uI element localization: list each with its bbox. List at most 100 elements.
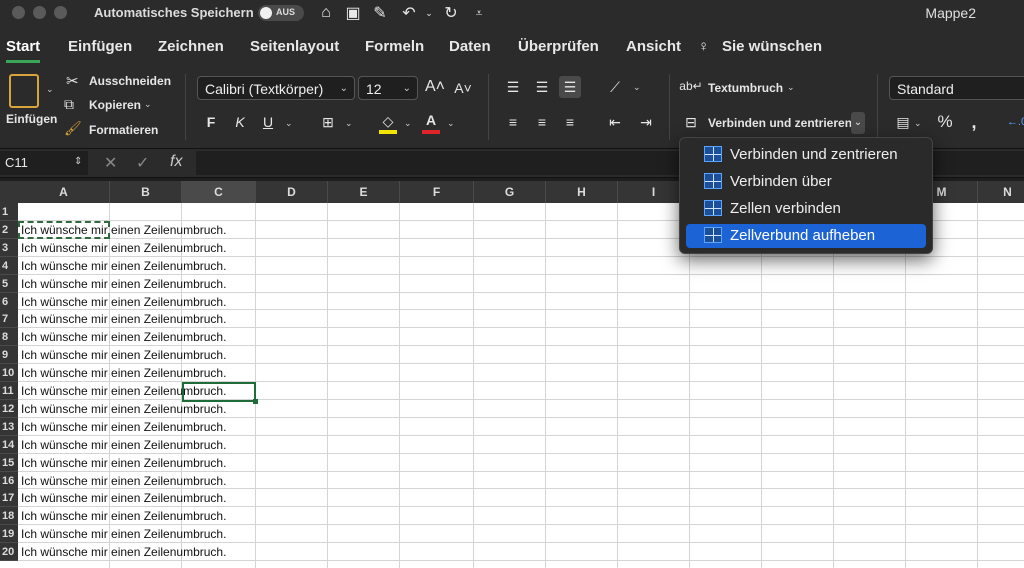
increase-decimal-icon[interactable]: ←.0 xyxy=(1006,111,1024,133)
row-header-12[interactable]: 12 xyxy=(0,399,18,418)
wrap-chevron-icon[interactable]: ⌄ xyxy=(787,82,795,93)
borders-icon[interactable]: ⊞ xyxy=(317,111,339,133)
fill-handle[interactable] xyxy=(253,399,258,404)
currency-chevron-icon[interactable]: ⌄ xyxy=(914,118,922,129)
format-painter-button[interactable]: Formatieren xyxy=(89,123,158,137)
tab-formeln[interactable]: Formeln xyxy=(365,38,424,55)
italic-button[interactable]: K xyxy=(229,111,251,133)
paste-label[interactable]: Einfügen xyxy=(6,112,57,126)
tab-start[interactable]: Start xyxy=(6,38,41,63)
insert-function-button[interactable]: fx xyxy=(170,153,182,171)
row-header-5[interactable]: 5 xyxy=(0,274,18,293)
font-name-select[interactable]: Calibri (Textkörper) ⌄ xyxy=(197,76,355,100)
decrease-font-icon[interactable]: A˅ xyxy=(452,77,474,99)
cell-a4[interactable]: Ich wünsche mir einen Zeilenumbruch. xyxy=(21,257,226,275)
row-header-11[interactable]: 11 xyxy=(0,382,18,400)
scissors-icon[interactable]: ✂ xyxy=(66,72,79,90)
row-header-13[interactable]: 13 xyxy=(0,417,18,436)
borders-chevron-icon[interactable]: ⌄ xyxy=(345,118,353,129)
menu-item-unmerge-cells[interactable]: Zellverbund aufheben xyxy=(686,224,926,248)
column-header-h[interactable]: H xyxy=(546,181,618,203)
copy-button[interactable]: Kopieren xyxy=(89,98,141,112)
column-header-e[interactable]: E xyxy=(328,181,400,203)
row-header-16[interactable]: 16 xyxy=(0,471,18,490)
row-header-3[interactable]: 3 xyxy=(0,238,18,257)
row-header-14[interactable]: 14 xyxy=(0,435,18,454)
merge-center-button[interactable]: Verbinden und zentrieren xyxy=(708,116,852,130)
currency-icon[interactable]: ▤ xyxy=(892,111,914,133)
increase-indent-icon[interactable]: ⇥ xyxy=(635,111,657,133)
row-header-18[interactable]: 18 xyxy=(0,507,18,526)
column-header-g[interactable]: G xyxy=(474,181,546,203)
cell-a20[interactable]: Ich wünsche mir einen Zeilenumbruch. xyxy=(21,543,226,561)
row-header-8[interactable]: 8 xyxy=(0,328,18,347)
undo-chevron-icon[interactable]: ⌄ xyxy=(418,2,440,24)
column-header-d[interactable]: D xyxy=(256,181,328,203)
row-header-15[interactable]: 15 xyxy=(0,453,18,472)
cell-a5[interactable]: Ich wünsche mir einen Zeilenumbruch. xyxy=(21,275,226,293)
font-color-chevron-icon[interactable]: ⌄ xyxy=(447,118,455,129)
confirm-icon[interactable]: ✓ xyxy=(136,153,149,173)
row-header-19[interactable]: 19 xyxy=(0,525,18,544)
row-header-9[interactable]: 9 xyxy=(0,346,18,365)
underline-button[interactable]: U xyxy=(257,111,279,133)
merge-dropdown-chevron-icon[interactable]: ⌄ xyxy=(851,112,865,134)
row-header-17[interactable]: 17 xyxy=(0,489,18,508)
edit-icon[interactable]: ✎ xyxy=(369,2,391,24)
tab-zeichnen[interactable]: Zeichnen xyxy=(158,38,224,55)
tab-ansicht[interactable]: Ansicht xyxy=(626,38,681,55)
cell-a15[interactable]: Ich wünsche mir einen Zeilenumbruch. xyxy=(21,454,226,472)
bold-button[interactable]: F xyxy=(200,111,222,133)
row-header-20[interactable]: 20 xyxy=(0,543,18,562)
fill-chevron-icon[interactable]: ⌄ xyxy=(404,118,412,129)
orientation-chevron-icon[interactable]: ⌄ xyxy=(633,82,641,93)
namebox-stepper-icon[interactable]: ⇕ xyxy=(74,156,82,167)
close-window-button[interactable] xyxy=(12,6,25,19)
increase-font-icon[interactable]: A˄ xyxy=(424,76,446,98)
menu-item-merge-center[interactable]: Verbinden und zentrieren xyxy=(686,143,926,167)
customize-toolbar-icon[interactable]: ⩡ xyxy=(468,2,490,24)
cell-a7[interactable]: Ich wünsche mir einen Zeilenumbruch. xyxy=(21,310,226,328)
cut-button[interactable]: Ausschneiden xyxy=(89,74,171,88)
number-format-select[interactable]: Standard xyxy=(889,76,1024,100)
format-painter-icon[interactable]: 🖌 xyxy=(64,120,82,137)
column-header-c[interactable]: C xyxy=(182,181,256,203)
column-header-n[interactable]: N xyxy=(978,181,1024,203)
tab-einfuegen[interactable]: Einfügen xyxy=(68,38,132,55)
paste-icon[interactable] xyxy=(9,74,39,108)
cell-a16[interactable]: Ich wünsche mir einen Zeilenumbruch. xyxy=(21,472,226,490)
decrease-indent-icon[interactable]: ⇤ xyxy=(604,111,626,133)
home-icon[interactable]: ⌂ xyxy=(315,2,337,24)
autosave-toggle[interactable]: AUS xyxy=(258,5,304,21)
cell-a10[interactable]: Ich wünsche mir einen Zeilenumbruch. xyxy=(21,364,226,382)
menu-item-merge-across[interactable]: Verbinden über xyxy=(686,170,926,194)
redo-icon[interactable]: ↻ xyxy=(440,2,462,24)
font-size-select[interactable]: 12 ⌄ xyxy=(358,76,418,100)
cell-a14[interactable]: Ich wünsche mir einen Zeilenumbruch. xyxy=(21,436,226,454)
merge-icon[interactable]: ⊟ xyxy=(680,111,702,133)
select-all-corner[interactable] xyxy=(0,181,18,203)
percent-icon[interactable]: % xyxy=(934,111,956,133)
tab-ueberpruefen[interactable]: Überprüfen xyxy=(518,38,599,55)
cell-a9[interactable]: Ich wünsche mir einen Zeilenumbruch. xyxy=(21,346,226,364)
column-header-f[interactable]: F xyxy=(400,181,474,203)
cell-a13[interactable]: Ich wünsche mir einen Zeilenumbruch. xyxy=(21,418,226,436)
column-header-b[interactable]: B xyxy=(110,181,182,203)
save-icon[interactable]: ▣ xyxy=(342,2,364,24)
align-center-icon[interactable]: ≡ xyxy=(531,111,553,133)
cell-a6[interactable]: Ich wünsche mir einen Zeilenumbruch. xyxy=(21,293,226,311)
menu-item-merge-cells[interactable]: Zellen verbinden xyxy=(686,197,926,221)
align-bottom-icon[interactable]: ☰ xyxy=(559,76,581,98)
row-header-6[interactable]: 6 xyxy=(0,292,18,311)
underline-chevron-icon[interactable]: ⌄ xyxy=(285,118,293,129)
row-header-1[interactable]: 1 xyxy=(0,203,18,221)
cell-a8[interactable]: Ich wünsche mir einen Zeilenumbruch. xyxy=(21,328,226,346)
font-color-icon[interactable]: A xyxy=(420,109,442,131)
cell-a17[interactable]: Ich wünsche mir einen Zeilenumbruch. xyxy=(21,489,226,507)
cell-a18[interactable]: Ich wünsche mir einen Zeilenumbruch. xyxy=(21,507,226,525)
column-header-a[interactable]: A xyxy=(18,181,110,203)
row-header-7[interactable]: 7 xyxy=(0,310,18,329)
orientation-icon[interactable]: ⟋ xyxy=(604,76,626,98)
tab-daten[interactable]: Daten xyxy=(449,38,491,55)
row-header-10[interactable]: 10 xyxy=(0,364,18,383)
